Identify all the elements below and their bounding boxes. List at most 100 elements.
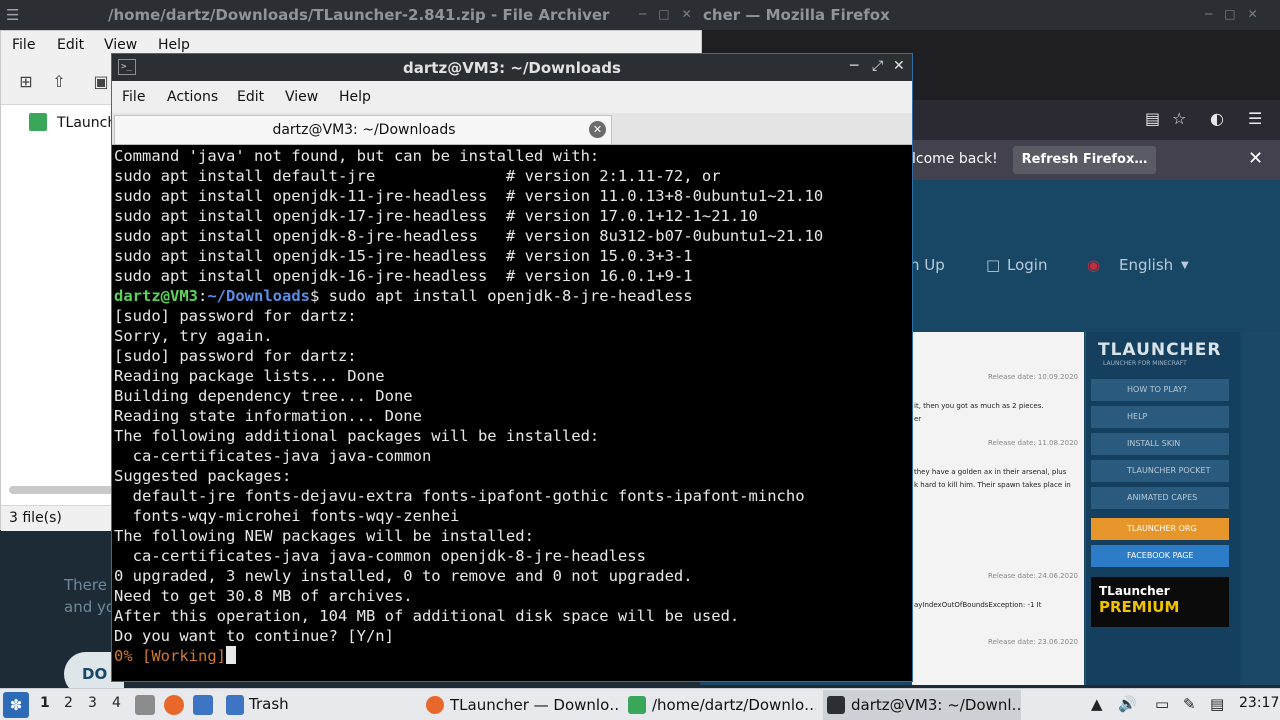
news-text: it, then you got as much as 2 pieces. [914, 402, 1044, 410]
menu-help[interactable]: Help [339, 89, 371, 105]
output-after: [sudo] password for dartz: Sorry, try aga… [114, 306, 912, 646]
terminal-output[interactable]: Command 'java' not found, but can be ins… [112, 146, 912, 681]
terminal-line: fonts-wqy-microhei fonts-wqy-zenhei [114, 507, 460, 525]
file-manager-icon[interactable] [135, 695, 155, 715]
sidebar-item-animated-capes[interactable]: ANIMATED CAPES [1091, 487, 1229, 509]
extract-icon[interactable]: ⇧ [49, 72, 69, 92]
workspace-2[interactable]: 2 [64, 695, 73, 711]
menu-file[interactable]: File [122, 89, 145, 105]
desktop-text: There [64, 576, 107, 594]
terminal-icon [827, 696, 845, 714]
output-before: Command 'java' not found, but can be ins… [114, 146, 912, 286]
close-icon[interactable]: ✕ [893, 58, 905, 74]
maximize-icon[interactable]: ⤢ [872, 58, 883, 74]
terminal-tabbar: dartz@VM3: ~/Downloads ✕ [112, 113, 912, 145]
tlauncher-subtitle: LAUNCHER FOR MINECRAFT [1103, 360, 1187, 367]
terminal-line: The following additional packages will b… [114, 427, 600, 445]
reader-view-icon[interactable]: ▤ [1145, 109, 1160, 128]
terminal-line: sudo apt install openjdk-11-jre-headless… [114, 187, 824, 205]
notification-message: lcome back! [912, 151, 998, 167]
terminal-window: >_ dartz@VM3: ~/Downloads ─ ⤢ ✕ File Act… [111, 53, 913, 682]
signup-link[interactable]: n Up [910, 256, 945, 274]
new-archive-icon[interactable]: ⊞ [16, 72, 36, 92]
tray-arrow-icon[interactable]: ▲ [1091, 695, 1103, 713]
language-selector[interactable]: English [1119, 256, 1173, 274]
workspace-4[interactable]: 4 [112, 695, 121, 711]
firefox-icon[interactable] [164, 695, 184, 715]
archiver-hscrollbar[interactable] [9, 486, 113, 494]
terminal-line: sudo apt install openjdk-16-jre-headless… [114, 267, 693, 285]
display-icon[interactable]: ▭ [1155, 695, 1169, 713]
tree-item-tlauncher[interactable]: TLaunch [57, 115, 116, 131]
text-cursor [225, 646, 236, 664]
menu-view[interactable]: View [104, 37, 137, 53]
task-archiver[interactable]: /home/dartz/Downlo… [624, 690, 816, 720]
trash-label[interactable]: Trash [249, 695, 289, 713]
workspace-1[interactable]: 1 [40, 695, 50, 711]
archiver-window-title: /home/dartz/Downloads/TLauncher-2.841.zi… [108, 6, 610, 24]
sidebar-item-install-skin[interactable]: INSTALL SKIN [1091, 433, 1229, 455]
menu-edit[interactable]: Edit [237, 89, 264, 105]
terminal-line: Need to get 30.8 MB of archives. [114, 587, 413, 605]
task-terminal[interactable]: dartz@VM3: ~/Downl… [823, 690, 1021, 720]
terminal-line: Suggested packages: [114, 467, 292, 485]
archiver-tree: TLaunch [7, 107, 116, 487]
sidebar-item-how-to-play[interactable]: HOW TO PLAY? [1091, 379, 1229, 401]
terminal-line: Reading state information... Done [114, 407, 422, 425]
premium-line2: PREMIUM [1099, 598, 1180, 616]
zip-file-icon [29, 113, 47, 131]
terminal-line: sudo apt install openjdk-8-jre-headless … [114, 227, 824, 245]
app-menu-icon[interactable]: ☰ [6, 6, 24, 24]
tlauncher-brand: TLAUNCHER [1098, 340, 1222, 360]
sidebar-item-pocket[interactable]: TLAUNCHER POCKET [1091, 460, 1229, 482]
tlauncher-sidebar: TLAUNCHER LAUNCHER FOR MINECRAFT HOW TO … [1085, 332, 1240, 685]
prompt-user: dartz@VM3 [114, 287, 198, 305]
terminal-line: 0 upgraded, 3 newly installed, 0 to remo… [114, 567, 693, 585]
desktop-text: and yo [64, 598, 116, 616]
task-firefox[interactable]: TLauncher — Downlo… [422, 690, 620, 720]
minimize-icon[interactable]: ─ [850, 58, 858, 74]
firefox-window-controls-icon[interactable]: ─□✕ [1205, 7, 1270, 21]
terminal-menubar: File Actions Edit View Help [112, 81, 912, 113]
hamburger-menu-icon[interactable]: ☰ [1248, 109, 1262, 128]
sidebar-item-tlauncher-org[interactable]: TLAUNCHER ORG [1091, 518, 1229, 540]
network-icon[interactable]: ▤ [1210, 695, 1224, 713]
task-label: TLauncher — Downlo… [450, 696, 620, 714]
bookmark-star-icon[interactable]: ☆ [1172, 109, 1186, 128]
menu-file[interactable]: File [12, 37, 35, 53]
news-content: Release date: 10.09.2020 it, then you go… [912, 332, 1084, 685]
file-count: 3 file(s) [9, 510, 62, 526]
chevron-down-icon[interactable]: ▼ [1181, 260, 1189, 271]
desktop-icon[interactable] [193, 695, 213, 715]
terminal-tab[interactable]: dartz@VM3: ~/Downloads ✕ [114, 115, 612, 144]
workspace-3[interactable]: 3 [88, 695, 97, 711]
page-scrollbar[interactable] [1243, 332, 1280, 685]
news-text: they have a golden ax in their arsenal, … [914, 468, 1067, 476]
close-notification-icon[interactable]: ✕ [1248, 148, 1263, 169]
sidebar-item-help[interactable]: HELP [1091, 406, 1229, 428]
menu-help[interactable]: Help [158, 37, 190, 53]
terminal-titlebar: >_ dartz@VM3: ~/Downloads ─ ⤢ ✕ [112, 54, 912, 81]
terminal-line: [sudo] password for dartz: [114, 347, 357, 365]
archive-icon[interactable]: ▣ [91, 72, 111, 92]
archiver-window-controls-icon[interactable]: ─□✕ [639, 7, 704, 21]
premium-banner[interactable]: TLauncher PREMIUM [1091, 577, 1229, 627]
volume-icon[interactable]: 🔊 [1118, 695, 1137, 713]
start-menu-icon[interactable]: ✽ [3, 692, 29, 718]
login-link[interactable]: Login [1007, 256, 1047, 274]
terminal-line: sudo apt install default-jre # version 2… [114, 167, 721, 185]
terminal-line: Reading package lists... Done [114, 367, 385, 385]
menu-view[interactable]: View [285, 89, 318, 105]
lock-icon: □ [986, 256, 1001, 274]
sidebar-item-facebook[interactable]: FACEBOOK PAGE [1091, 545, 1229, 567]
refresh-firefox-button[interactable]: Refresh Firefox… [1013, 146, 1156, 174]
vpn-shield-icon[interactable]: ◐ [1210, 109, 1224, 128]
background-title-bar: ☰ /home/dartz/Downloads/TLauncher-2.841.… [0, 0, 1280, 30]
close-tab-icon[interactable]: ✕ [589, 121, 606, 138]
news-text: k hard to kill him. Their spawn takes pl… [914, 481, 1071, 489]
trash-folder-icon[interactable] [226, 695, 244, 715]
menu-actions[interactable]: Actions [167, 89, 218, 105]
terminal-line: sudo apt install openjdk-17-jre-headless… [114, 207, 758, 225]
menu-edit[interactable]: Edit [57, 37, 84, 53]
clipboard-icon[interactable]: ✎ [1183, 695, 1196, 713]
